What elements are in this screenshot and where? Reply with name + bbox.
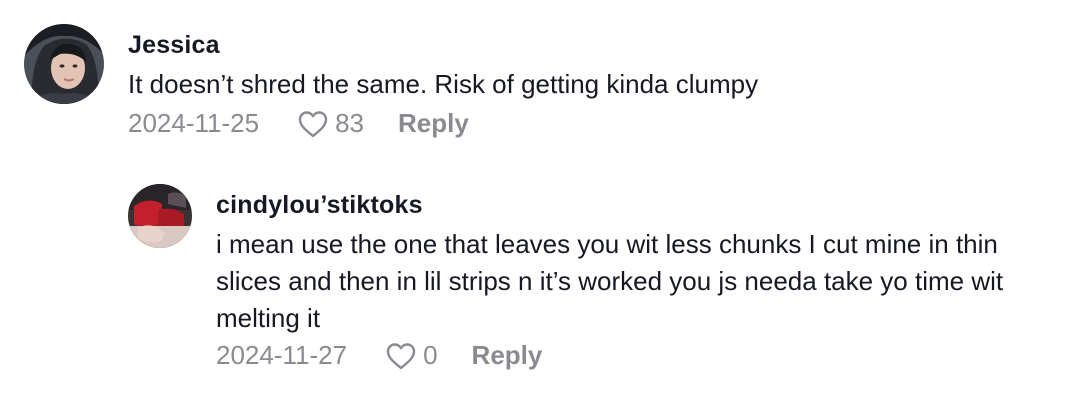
reply-username[interactable]: cindylou’stiktoks [216, 191, 423, 220]
reply-button[interactable]: Reply [472, 340, 543, 371]
comment-meta: 2024-11-25 83 Reply [128, 108, 469, 139]
comment-text: It doesn’t shred the same. Risk of getti… [128, 69, 759, 99]
comment-item: Jessica It doesn’t shred the same. Risk … [0, 0, 1088, 170]
like-count: 0 [423, 340, 438, 370]
heart-outline-icon[interactable] [297, 109, 329, 139]
avatar-image [24, 24, 104, 104]
heart-outline-icon[interactable] [385, 341, 417, 371]
avatar[interactable] [24, 24, 104, 104]
avatar[interactable] [128, 184, 192, 248]
comment-date: 2024-11-25 [128, 108, 260, 138]
reply-text: i mean use the one that leaves you wit l… [216, 229, 1004, 333]
like-count: 83 [335, 108, 364, 138]
reply-meta: 2024-11-27 0 Reply [216, 340, 542, 371]
reply-date: 2024-11-27 [216, 340, 348, 370]
comment-username[interactable]: Jessica [128, 31, 220, 60]
reply-item: cindylou’stiktoks i mean use the one tha… [0, 170, 1088, 400]
avatar-image [128, 184, 192, 248]
reply-button[interactable]: Reply [398, 108, 469, 139]
